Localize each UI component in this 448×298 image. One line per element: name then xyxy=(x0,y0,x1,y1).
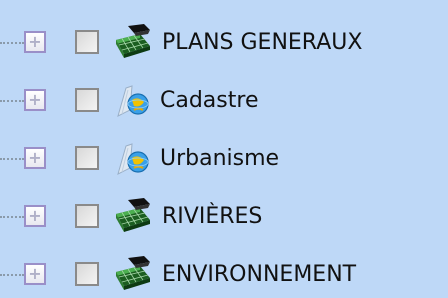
layer-checkbox[interactable] xyxy=(75,146,99,170)
layer-label[interactable]: PLANS GENERAUX xyxy=(162,20,362,66)
tree-node-environnement[interactable]: + ENVIRONNEMENT xyxy=(0,252,448,298)
tree-node-plans-generaux[interactable]: + PLANS GENERAUX xyxy=(0,20,448,66)
expand-toggle-icon[interactable]: + xyxy=(24,205,46,227)
map-layer-icon xyxy=(116,24,150,58)
layer-label[interactable]: Cadastre xyxy=(160,78,258,124)
map-layer-icon xyxy=(116,256,150,290)
layer-label[interactable]: Urbanisme xyxy=(160,136,279,182)
expand-toggle-icon[interactable]: + xyxy=(24,147,46,169)
tree-connector-line xyxy=(0,216,24,218)
tree-connector-line xyxy=(0,42,24,44)
map-layer-icon xyxy=(116,198,150,232)
globe-search-icon xyxy=(117,143,149,175)
tree-connector-line xyxy=(0,274,24,276)
layer-label[interactable]: RIVIÈRES xyxy=(162,194,262,240)
expand-toggle-icon[interactable]: + xyxy=(24,31,46,53)
tree-node-rivieres[interactable]: + RIVIÈRES xyxy=(0,194,448,240)
layer-checkbox[interactable] xyxy=(75,30,99,54)
expand-toggle-icon[interactable]: + xyxy=(24,89,46,111)
globe-search-icon xyxy=(117,85,149,117)
layer-label[interactable]: ENVIRONNEMENT xyxy=(162,252,356,298)
layer-checkbox[interactable] xyxy=(75,204,99,228)
tree-connector-line xyxy=(0,100,24,102)
layer-checkbox[interactable] xyxy=(75,88,99,112)
layer-tree: + PLANS GENERAUX + Cadastre + Urbanisme … xyxy=(0,20,448,298)
tree-node-urbanisme[interactable]: + Urbanisme xyxy=(0,136,448,182)
tree-node-cadastre[interactable]: + Cadastre xyxy=(0,78,448,124)
expand-toggle-icon[interactable]: + xyxy=(24,263,46,285)
layer-checkbox[interactable] xyxy=(75,262,99,286)
tree-connector-line xyxy=(0,158,24,160)
